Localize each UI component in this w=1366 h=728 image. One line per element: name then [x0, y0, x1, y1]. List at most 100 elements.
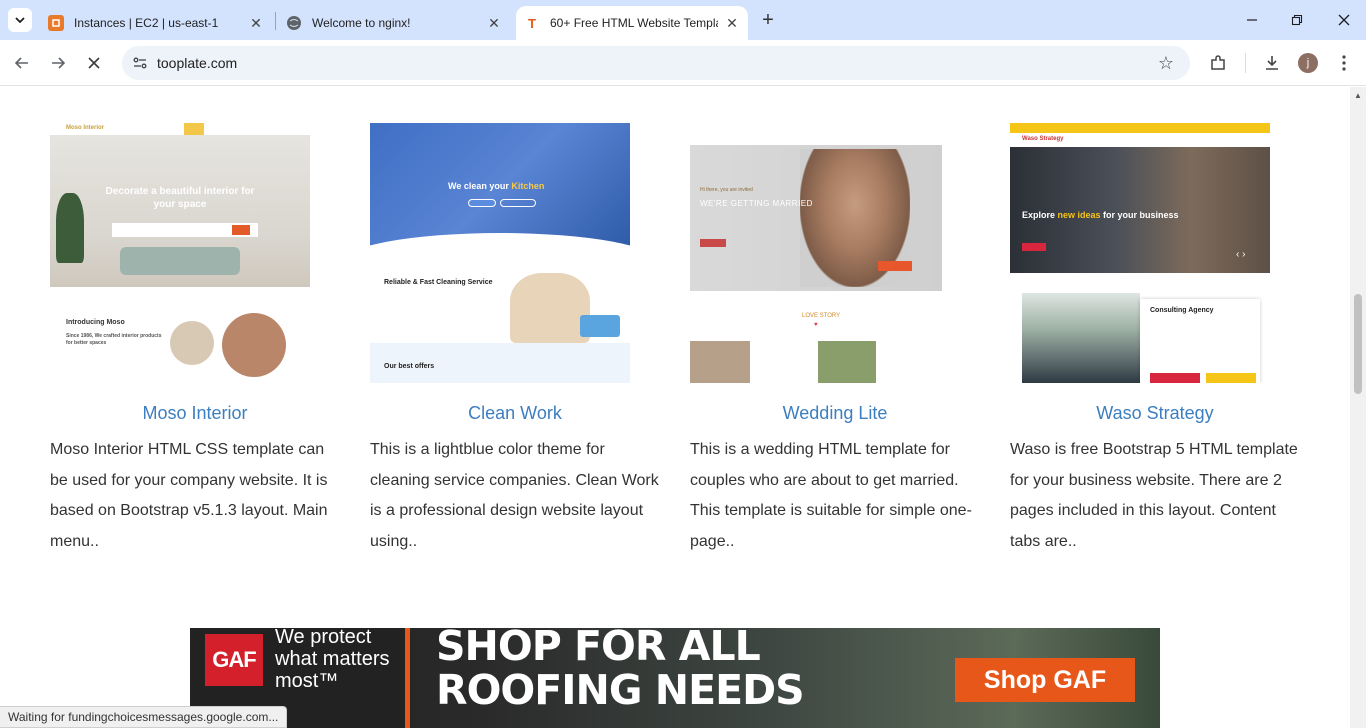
thumb-headline: WE'RE GETTING MARRIED	[700, 199, 813, 208]
thumb-nav	[690, 123, 950, 137]
tab-tooplate[interactable]: T 60+ Free HTML Website Templa ✕	[516, 6, 748, 40]
thumb-reliable: Reliable & Fast Cleaning Service	[384, 279, 493, 286]
thumb-button	[700, 239, 726, 247]
thumb-button	[500, 199, 536, 207]
browser-toolbar: tooplate.com ☆ j	[0, 40, 1366, 86]
thumb-headline-text: We clean your	[448, 181, 512, 191]
ad-headline-line: SHOP FOR ALL	[436, 628, 761, 670]
thumb-button	[1022, 243, 1046, 251]
gaf-logo: GAF	[205, 634, 263, 686]
shop-gaf-button[interactable]: Shop GAF	[955, 658, 1135, 702]
ad-tagline: We protect what matters most™	[275, 628, 389, 692]
globe-icon	[286, 15, 302, 31]
thumb-since: Since 1986, We crafted interior products…	[66, 333, 162, 346]
thumb-headline: Explore new ideas for your business	[1022, 209, 1179, 221]
template-thumbnail[interactable]: Moso Interior Decorate a beautiful inter…	[50, 123, 310, 383]
thumb-people	[510, 273, 590, 343]
status-bubble: Waiting for fundingchoicesmessages.googl…	[0, 706, 288, 728]
thumb-headline-text: for your business	[1100, 210, 1179, 220]
minimize-icon	[1247, 19, 1257, 21]
plus-icon: +	[762, 8, 774, 31]
tab-search-button[interactable]	[8, 8, 32, 32]
close-icon	[1338, 14, 1350, 26]
scroll-up-arrow-icon[interactable]: ▲	[1354, 91, 1362, 100]
tab-separator	[275, 12, 276, 30]
template-card-waso-strategy: Waso Strategy Explore new ideas for your…	[1010, 123, 1300, 550]
thumb-intro: Introducing Moso	[66, 319, 125, 326]
arrow-right-icon	[52, 57, 66, 69]
restore-button[interactable]	[1283, 6, 1311, 34]
restore-icon	[1291, 14, 1303, 26]
template-thumbnail[interactable]: Hi there, you are invited WE'RE GETTING …	[690, 123, 950, 383]
back-button[interactable]	[10, 51, 34, 75]
close-tab-icon[interactable]: ✕	[486, 15, 502, 31]
thumb-agency-title: Consulting Agency	[1150, 307, 1214, 314]
thumb-offers-title: Our best offers	[384, 363, 435, 370]
template-title-link[interactable]: Waso Strategy	[1010, 403, 1300, 424]
forward-button[interactable]	[46, 51, 70, 75]
more-menu-icon[interactable]	[1332, 51, 1356, 75]
template-title-link[interactable]: Clean Work	[370, 403, 660, 424]
stop-loading-button[interactable]	[82, 51, 106, 75]
thumb-groom-photo	[818, 341, 876, 383]
url-text: tooplate.com	[157, 55, 238, 71]
ad-tagline-line: what matters	[275, 648, 390, 670]
template-title-link[interactable]: Moso Interior	[50, 403, 340, 424]
tab-nginx[interactable]: Welcome to nginx! ✕	[278, 6, 510, 40]
template-thumbnail[interactable]: We clean your Kitchen Reliable & Fast Cl…	[370, 123, 630, 383]
thumb-headline: We clean your Kitchen	[448, 181, 544, 191]
ad-tagline-line: most™	[275, 670, 339, 692]
thumb-badge	[580, 315, 620, 337]
thumb-plant	[56, 193, 84, 263]
tab-strip: Instances | EC2 | us-east-1 ✕ Welcome to…	[0, 0, 1366, 40]
profile-avatar[interactable]: j	[1298, 53, 1318, 73]
tab-title: Instances | EC2 | us-east-1	[74, 16, 219, 30]
aws-ec2-icon	[48, 15, 64, 31]
scrollbar-thumb[interactable]	[1354, 294, 1362, 394]
download-icon[interactable]	[1260, 51, 1284, 75]
thumb-circle-image	[170, 321, 214, 365]
site-info-icon[interactable]	[128, 51, 152, 75]
thumb-search-button	[232, 225, 250, 235]
thumb-bride-photo	[690, 341, 750, 383]
thumb-logo: Waso Strategy	[1022, 136, 1064, 142]
thumb-headline-accent: Kitchen	[511, 181, 545, 191]
template-description: This is a lightblue color theme for clea…	[370, 441, 659, 550]
thumb-button	[1150, 373, 1200, 383]
close-icon	[88, 57, 100, 69]
thumb-date-badge	[878, 261, 912, 271]
template-description: Waso is free Bootstrap 5 HTML template f…	[1010, 441, 1298, 550]
thumb-headline: Decorate a beautiful interior for your s…	[105, 186, 255, 210]
thumb-headline-text: Explore	[1022, 210, 1058, 220]
bookmark-star-icon[interactable]: ☆	[1154, 51, 1178, 75]
ad-accent-stripe	[405, 628, 410, 728]
thumb-button	[468, 199, 496, 207]
heart-icon: ♥	[814, 322, 818, 328]
close-tab-icon[interactable]: ✕	[724, 15, 740, 31]
template-title-link[interactable]: Wedding Lite	[690, 403, 980, 424]
thumb-sofa	[120, 247, 240, 275]
close-tab-icon[interactable]: ✕	[248, 15, 264, 31]
tab-title: 60+ Free HTML Website Templa	[550, 16, 718, 30]
thumb-logo: Moso Interior	[66, 125, 105, 131]
thumb-topbar	[1010, 123, 1270, 133]
toolbar-divider	[1245, 53, 1246, 73]
close-window-button[interactable]	[1330, 6, 1358, 34]
extensions-icon[interactable]	[1206, 51, 1230, 75]
tab-ec2-instances[interactable]: Instances | EC2 | us-east-1 ✕	[40, 6, 272, 40]
page-scrollbar[interactable]: ▲	[1350, 87, 1366, 728]
tooplate-icon: T	[528, 15, 536, 31]
minimize-button[interactable]	[1238, 6, 1266, 34]
chevron-down-icon	[15, 17, 25, 24]
template-thumbnail[interactable]: Waso Strategy Explore new ideas for your…	[1010, 123, 1270, 383]
template-card-clean-work: We clean your Kitchen Reliable & Fast Cl…	[370, 123, 660, 550]
ad-headline: SHOP FOR ALL ROOFING NEEDS	[436, 628, 805, 712]
address-bar[interactable]: tooplate.com ☆	[122, 46, 1190, 80]
gaf-ad-banner[interactable]: GAF We protect what matters most™ SHOP F…	[190, 628, 1160, 728]
thumb-circle-image	[222, 313, 286, 377]
thumb-headline-accent: new ideas	[1057, 210, 1101, 220]
thumb-nav-active	[184, 123, 204, 135]
new-tab-button[interactable]: +	[756, 8, 780, 32]
thumb-invited: Hi there, you are invited	[700, 187, 753, 193]
template-description: Moso Interior HTML CSS template can be u…	[50, 441, 328, 550]
